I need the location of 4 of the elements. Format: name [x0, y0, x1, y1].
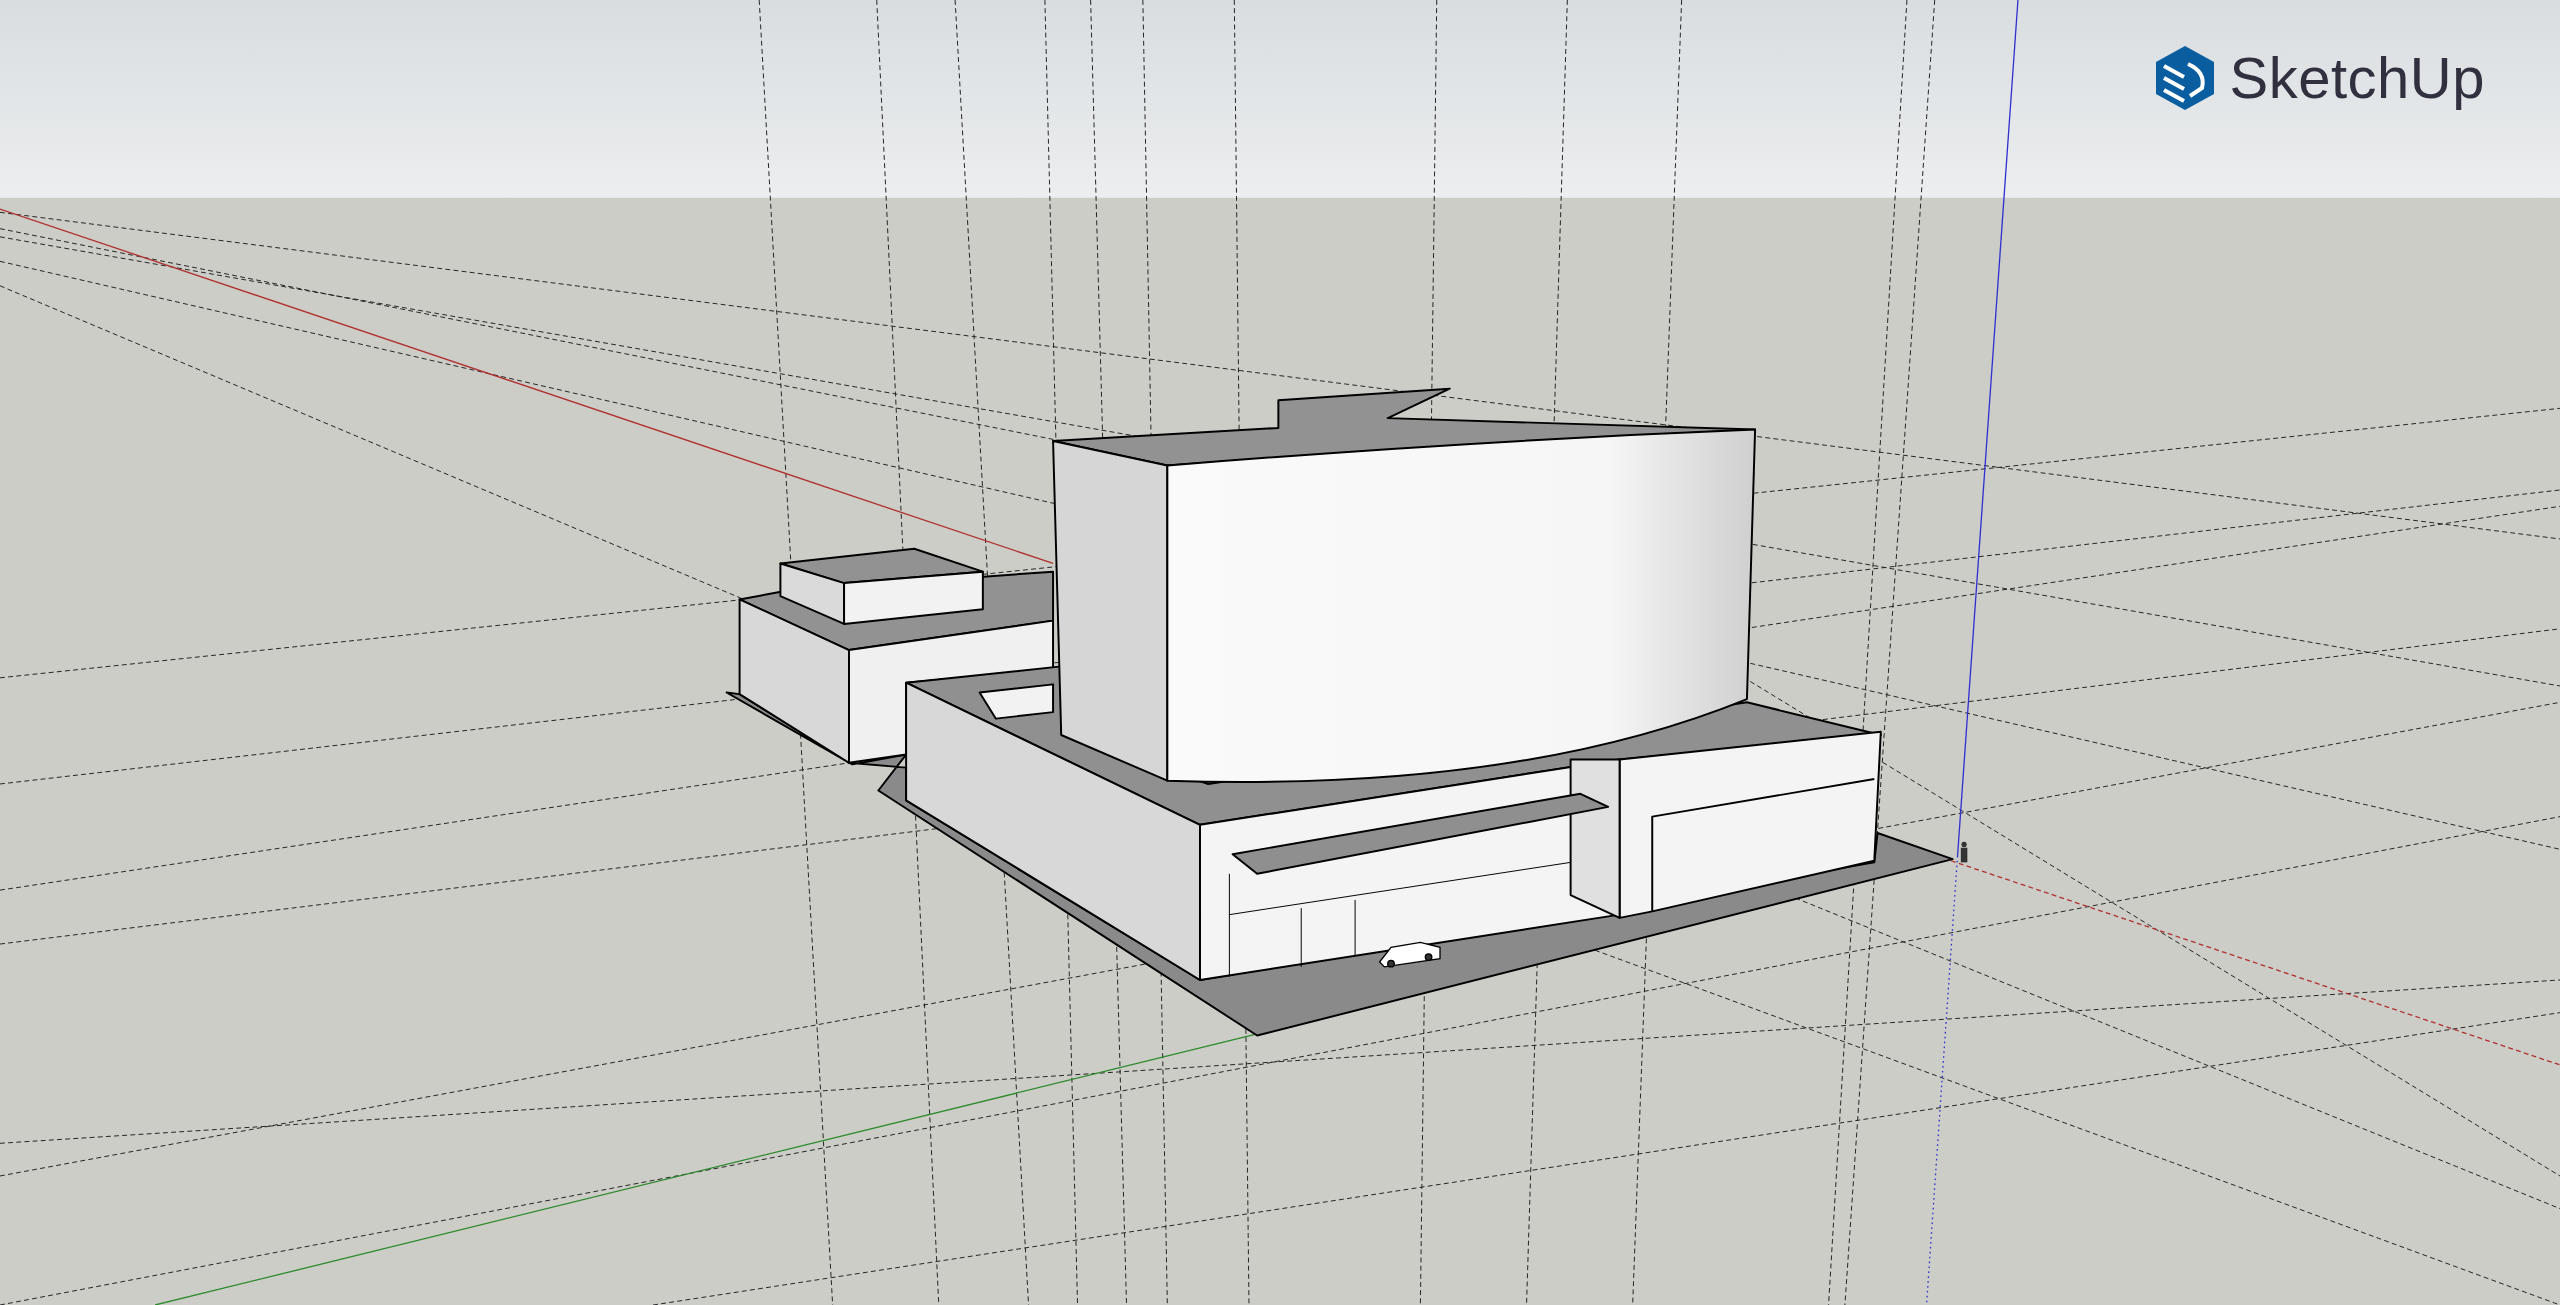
logo-icon	[2153, 44, 2216, 112]
person-drawing	[1960, 841, 1968, 863]
car-drawing	[1378, 941, 1441, 968]
building-drawing[interactable]	[725, 387, 1954, 1037]
